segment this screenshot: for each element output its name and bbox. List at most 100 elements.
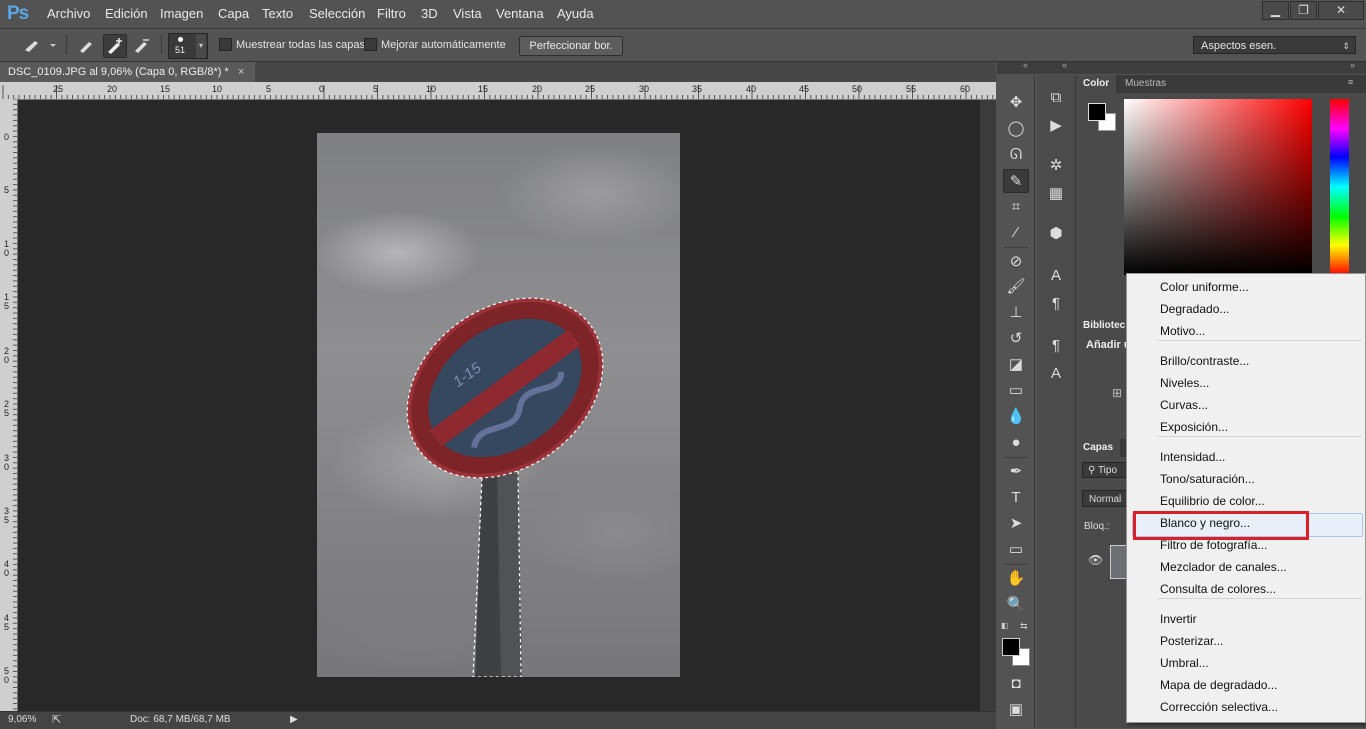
menu-item-color-uniforme[interactable]: Color uniforme... [1160, 277, 1249, 297]
status-menu-arrow-icon[interactable]: ▶ [290, 714, 298, 725]
lasso-icon[interactable]: ᘏ [1003, 143, 1029, 167]
menu-item-umbral[interactable]: Umbral... [1160, 653, 1209, 673]
photo-image[interactable]: 1-15 [317, 133, 680, 677]
paragraph-styles-icon[interactable]: ¶ [1045, 335, 1067, 357]
stamp-icon[interactable]: ⊥ [1003, 301, 1029, 325]
vertical-scrollbar[interactable] [980, 100, 996, 711]
menu-item-motivo[interactable]: Motivo... [1160, 321, 1205, 341]
history-brush-icon[interactable]: ↺ [1003, 327, 1029, 351]
actions-play-icon[interactable]: ▶ [1045, 115, 1067, 137]
paragraph-panel-icon[interactable]: ¶ [1045, 293, 1067, 315]
marquee-icon[interactable]: ◯ [1003, 117, 1029, 141]
blend-mode-select[interactable]: Normal [1082, 490, 1130, 507]
menu-item-intensidad[interactable]: Intensidad... [1160, 447, 1225, 467]
sample-all-layers-checkbox[interactable] [219, 38, 232, 51]
brush-size-picker[interactable]: 51 ▾ [168, 33, 208, 59]
restore-button[interactable]: ❐ [1290, 1, 1317, 20]
menu-edicion[interactable]: Edición [105, 6, 148, 21]
menu-item-equilibrio-de-color[interactable]: Equilibrio de color... [1160, 491, 1265, 511]
menu-imagen[interactable]: Imagen [160, 6, 203, 21]
menu-seleccion[interactable]: Selección [309, 6, 365, 21]
horizontal-ruler[interactable]: 25 20 15 10 5 0 5 10 15 20 25 30 35 40 45 50 55 60 [0, 82, 996, 100]
new-selection-button[interactable] [76, 34, 98, 56]
brush-presets-icon[interactable]: ✲ [1045, 155, 1067, 177]
menu-item-niveles[interactable]: Niveles... [1160, 373, 1209, 393]
menu-item-brillo-contraste[interactable]: Brillo/contraste... [1160, 351, 1249, 371]
hand-icon[interactable]: ✋ [1003, 567, 1029, 591]
menu-item-invertir[interactable]: Invertir [1160, 609, 1197, 629]
brush-icon[interactable]: 🖌 [1003, 275, 1029, 299]
zoom-icon[interactable]: 🔍 [1003, 593, 1029, 617]
type-icon[interactable]: T [1003, 486, 1029, 510]
menu-3d[interactable]: 3D [421, 6, 438, 21]
visibility-eye-icon[interactable]: 👁 [1088, 553, 1103, 567]
character-styles-icon[interactable]: A [1045, 363, 1067, 385]
quick-mask-icon[interactable]: ◘ [1003, 672, 1029, 696]
foreground-color-swatch[interactable] [1002, 638, 1020, 656]
ruler-label: 5 [4, 185, 10, 195]
tool-preset-picker[interactable] [20, 34, 58, 56]
menu-capa[interactable]: Capa [218, 6, 249, 21]
tab-layers[interactable]: Capas [1076, 439, 1121, 457]
close-window-button[interactable]: ✕ [1318, 1, 1364, 20]
character-panel-icon[interactable]: A [1045, 265, 1067, 287]
tab-swatches[interactable]: Muestras [1118, 75, 1173, 93]
menu-vista[interactable]: Vista [453, 6, 482, 21]
close-tab-icon[interactable]: × [238, 62, 244, 82]
quick-selection-icon[interactable]: ✎ [1003, 169, 1029, 193]
eraser-icon[interactable]: ◪ [1003, 353, 1029, 377]
collapse-panels-icon[interactable]: « [1062, 60, 1067, 70]
document-tab[interactable]: DSC_0109.JPG al 9,06% (Capa 0, RGB/8*) *… [0, 62, 255, 82]
share-icon[interactable]: ⇱ [52, 713, 61, 726]
menu-item-posterizar[interactable]: Posterizar... [1160, 631, 1223, 651]
menu-item-mapa-de-degradado[interactable]: Mapa de degradado... [1160, 675, 1277, 695]
auto-enhance-checkbox[interactable] [364, 38, 377, 51]
collapse-toolbar-icon[interactable]: « [1023, 60, 1028, 70]
menu-item-degradado[interactable]: Degradado... [1160, 299, 1229, 319]
brush-panel-icon[interactable]: ▦ [1045, 183, 1067, 205]
color-picker-field[interactable] [1124, 99, 1312, 275]
menu-archivo[interactable]: Archivo [47, 6, 90, 21]
tab-libraries[interactable]: Bibliotec [1076, 317, 1133, 335]
workspace-select[interactable]: Aspectos esen. ⇕ [1193, 36, 1356, 54]
tab-color[interactable]: Color [1076, 75, 1117, 93]
layers-filter[interactable]: ⚲ Tipo [1082, 462, 1132, 478]
zoom-level[interactable]: 9,06% [8, 714, 36, 725]
pen-icon[interactable]: ✒ [1003, 460, 1029, 484]
path-select-icon[interactable]: ➤ [1003, 512, 1029, 536]
menu-filtro[interactable]: Filtro [377, 6, 406, 21]
foreground-color-swatch[interactable] [1088, 103, 1106, 121]
dodge-icon[interactable]: ● [1003, 431, 1029, 455]
menu-ventana[interactable]: Ventana [496, 6, 544, 21]
refine-edge-button[interactable]: Perfeccionar bor. [519, 36, 623, 56]
menu-item-curvas[interactable]: Curvas... [1160, 395, 1208, 415]
move-icon[interactable]: ✥ [1003, 91, 1029, 115]
hue-slider[interactable] [1330, 99, 1349, 275]
menu-item-corrección-selectiva[interactable]: Corrección selectiva... [1160, 697, 1278, 717]
default-colors-icon[interactable]: ◧ [1001, 621, 1009, 630]
crop-icon[interactable]: ⌗ [1003, 195, 1029, 219]
subtract-from-selection-button[interactable] [131, 34, 153, 56]
shape-icon[interactable]: ▭ [1003, 538, 1029, 562]
menu-item-tono-saturación[interactable]: Tono/saturación... [1160, 469, 1255, 489]
menu-item-consulta-de-colores[interactable]: Consulta de colores... [1160, 579, 1276, 599]
gradient-icon[interactable]: ▭ [1003, 379, 1029, 403]
photoshop-logo[interactable]: Ps [7, 3, 29, 25]
minimize-button[interactable]: ▁ [1262, 1, 1289, 20]
vertical-ruler[interactable]: 0 5 1 0 1 5 2 0 2 5 3 0 3 5 4 0 4 5 5 0 [0, 99, 18, 711]
expand-panels-icon[interactable]: » [1350, 60, 1355, 70]
healing-icon[interactable]: ⊘ [1003, 250, 1029, 274]
menu-ayuda[interactable]: Ayuda [557, 6, 594, 21]
blur-icon[interactable]: 💧 [1003, 405, 1029, 429]
screen-mode-icon[interactable]: ▣ [1003, 698, 1029, 722]
menu-texto[interactable]: Texto [262, 6, 293, 21]
menu-item-exposición[interactable]: Exposición... [1160, 417, 1228, 437]
eyedropper-icon[interactable]: ⁄ [1003, 221, 1029, 245]
swap-colors-icon[interactable]: ⇆ [1020, 621, 1028, 632]
menu-item-mezclador-de-canales[interactable]: Mezclador de canales... [1160, 557, 1287, 577]
history-panel-icon[interactable]: ⧉ [1045, 87, 1067, 109]
add-to-selection-button[interactable] [103, 34, 127, 58]
3d-panel-icon[interactable]: ⬢ [1045, 223, 1067, 245]
chevron-down-icon[interactable]: ▾ [196, 34, 206, 58]
panel-menu-icon[interactable]: ≡ [1348, 77, 1353, 87]
